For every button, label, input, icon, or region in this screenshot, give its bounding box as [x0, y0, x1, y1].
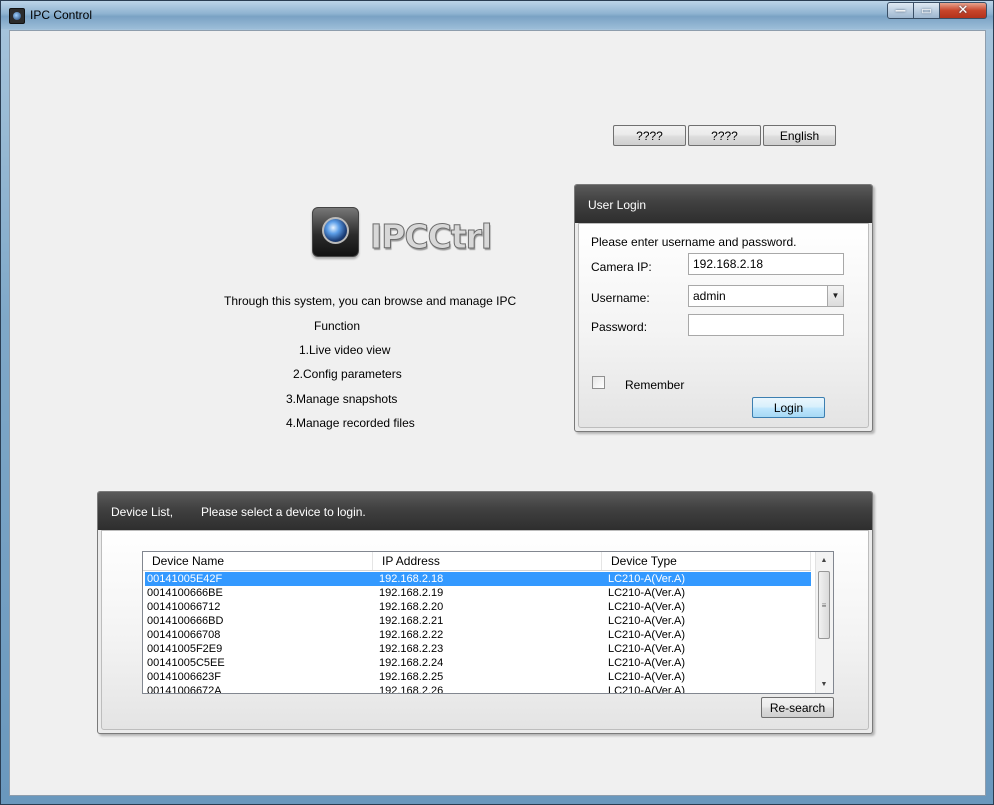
cell-ip-address: 192.168.2.22	[379, 629, 444, 641]
table-row[interactable]: 00141005E42F 192.168.2.18 LC210-A(Ver.A)	[145, 572, 811, 586]
client-area: ???? ???? English IPCCtrl Through this s…	[9, 30, 986, 796]
cell-ip-address: 192.168.2.24	[379, 657, 444, 669]
camera-lens-icon	[312, 207, 359, 257]
device-table-rows: 00141005E42F 192.168.2.18 LC210-A(Ver.A) 00…	[145, 572, 811, 694]
table-row[interactable]: 00141006623F 192.168.2.25 LC210-A(Ver.A)	[145, 670, 811, 684]
cell-device-name: 00141005E42F	[147, 573, 223, 585]
cell-device-type: LC210-A(Ver.A)	[608, 587, 686, 599]
device-list-panel: Device List, Please select a device to l…	[97, 491, 873, 734]
language-button-2[interactable]: ????	[688, 125, 761, 146]
table-row[interactable]: 0014100666BD 192.168.2.21 LC210-A(Ver.A)	[145, 614, 811, 628]
app-logo-text: IPCCtrl	[369, 217, 492, 257]
cell-device-type: LC210-A(Ver.A)	[608, 657, 686, 669]
cell-device-type: LC210-A(Ver.A)	[608, 685, 686, 694]
function-item-2: 2.Config parameters	[293, 367, 402, 381]
password-label: Password:	[591, 320, 648, 334]
login-panel-body: Please enter username and password. Came…	[578, 223, 869, 428]
research-button[interactable]: Re-search	[761, 697, 834, 718]
login-panel-header: User Login	[575, 185, 872, 223]
cell-device-type: LC210-A(Ver.A)	[608, 601, 686, 613]
scroll-thumb[interactable]: ≡	[818, 571, 830, 639]
cell-device-name: 00141005F2E9	[147, 643, 223, 655]
table-row[interactable]: 0014100666BE 192.168.2.19 LC210-A(Ver.A)	[145, 586, 811, 600]
column-ip-address[interactable]: IP Address	[373, 552, 602, 570]
cell-device-name: 001410066708	[147, 629, 221, 641]
function-item-1: 1.Live video view	[299, 343, 391, 357]
column-device-name[interactable]: Device Name	[143, 552, 373, 570]
cell-device-type: LC210-A(Ver.A)	[608, 643, 686, 655]
app-camera-icon	[9, 8, 25, 24]
function-label: Function	[314, 319, 361, 333]
device-table-scrollbar[interactable]: ▲ ≡ ▼	[815, 552, 833, 693]
language-button-1[interactable]: ????	[613, 125, 686, 146]
remember-label: Remember	[625, 378, 685, 392]
scroll-up-icon[interactable]: ▲	[816, 552, 832, 569]
table-row[interactable]: 001410066708 192.168.2.22 LC210-A(Ver.A)	[145, 628, 811, 642]
column-device-type[interactable]: Device Type	[602, 552, 811, 570]
login-panel: User Login Please enter username and pas…	[574, 184, 873, 432]
cell-device-name: 0014100666BE	[147, 587, 223, 599]
cell-ip-address: 192.168.2.25	[379, 671, 444, 683]
cell-device-type: LC210-A(Ver.A)	[608, 573, 686, 585]
table-row[interactable]: 00141005F2E9 192.168.2.23 LC210-A(Ver.A)	[145, 642, 811, 656]
cell-device-type: LC210-A(Ver.A)	[608, 671, 686, 683]
function-item-3: 3.Manage snapshots	[286, 392, 398, 406]
camera-ip-label: Camera IP:	[591, 260, 652, 274]
cell-ip-address: 192.168.2.26	[379, 685, 444, 694]
device-list-hint: Please select a device to login.	[201, 505, 366, 519]
app-window: IPC Control — ▭ ✕ ???? ???? English IPCC…	[0, 0, 994, 805]
table-row[interactable]: 00141005C5EE 192.168.2.24 LC210-A(Ver.A)	[145, 656, 811, 670]
cell-device-type: LC210-A(Ver.A)	[608, 629, 686, 641]
table-row[interactable]: 001410066712 192.168.2.20 LC210-A(Ver.A)	[145, 600, 811, 614]
language-button-english[interactable]: English	[763, 125, 836, 146]
device-list-body: Device Name IP Address Device Type 00141…	[101, 530, 869, 730]
login-panel-title: User Login	[588, 198, 647, 212]
cell-ip-address: 192.168.2.20	[379, 601, 444, 613]
cell-device-type: LC210-A(Ver.A)	[608, 615, 686, 627]
cell-ip-address: 192.168.2.19	[379, 587, 444, 599]
intro-text: Through this system, you can browse and …	[224, 294, 517, 308]
username-value: admin	[693, 289, 726, 303]
cell-ip-address: 192.168.2.23	[379, 643, 444, 655]
chevron-down-icon[interactable]: ▼	[827, 286, 843, 306]
device-table-header: Device Name IP Address Device Type	[143, 552, 811, 571]
device-list-header: Device List, Please select a device to l…	[98, 492, 872, 530]
device-table[interactable]: Device Name IP Address Device Type 00141…	[142, 551, 834, 694]
password-input[interactable]	[688, 314, 844, 336]
scroll-down-icon[interactable]: ▼	[816, 676, 832, 693]
window-controls: — ▭ ✕	[887, 2, 987, 21]
cell-device-name: 00141006623F	[147, 671, 222, 683]
cell-device-name: 00141005C5EE	[147, 657, 225, 669]
cell-ip-address: 192.168.2.18	[379, 573, 444, 585]
camera-ip-input[interactable]	[688, 253, 844, 275]
window-title: IPC Control	[30, 8, 93, 22]
remember-checkbox[interactable]	[592, 376, 605, 389]
cell-device-name: 00141006672A	[147, 685, 222, 694]
cell-device-name: 0014100666BD	[147, 615, 224, 627]
login-prompt: Please enter username and password.	[591, 235, 797, 249]
close-button[interactable]: ✕	[940, 2, 987, 19]
device-list-title: Device List,	[111, 505, 174, 519]
cell-device-name: 001410066712	[147, 601, 221, 613]
username-label: Username:	[591, 291, 650, 305]
username-combobox[interactable]: admin ▼	[688, 285, 844, 307]
login-button[interactable]: Login	[752, 397, 825, 418]
cell-ip-address: 192.168.2.21	[379, 615, 444, 627]
title-bar[interactable]: IPC Control — ▭ ✕	[1, 1, 993, 29]
table-row[interactable]: 00141006672A 192.168.2.26 LC210-A(Ver.A)	[145, 684, 811, 694]
function-item-4: 4.Manage recorded files	[286, 416, 415, 430]
minimize-button[interactable]: —	[887, 2, 914, 19]
maximize-button[interactable]: ▭	[914, 2, 940, 19]
